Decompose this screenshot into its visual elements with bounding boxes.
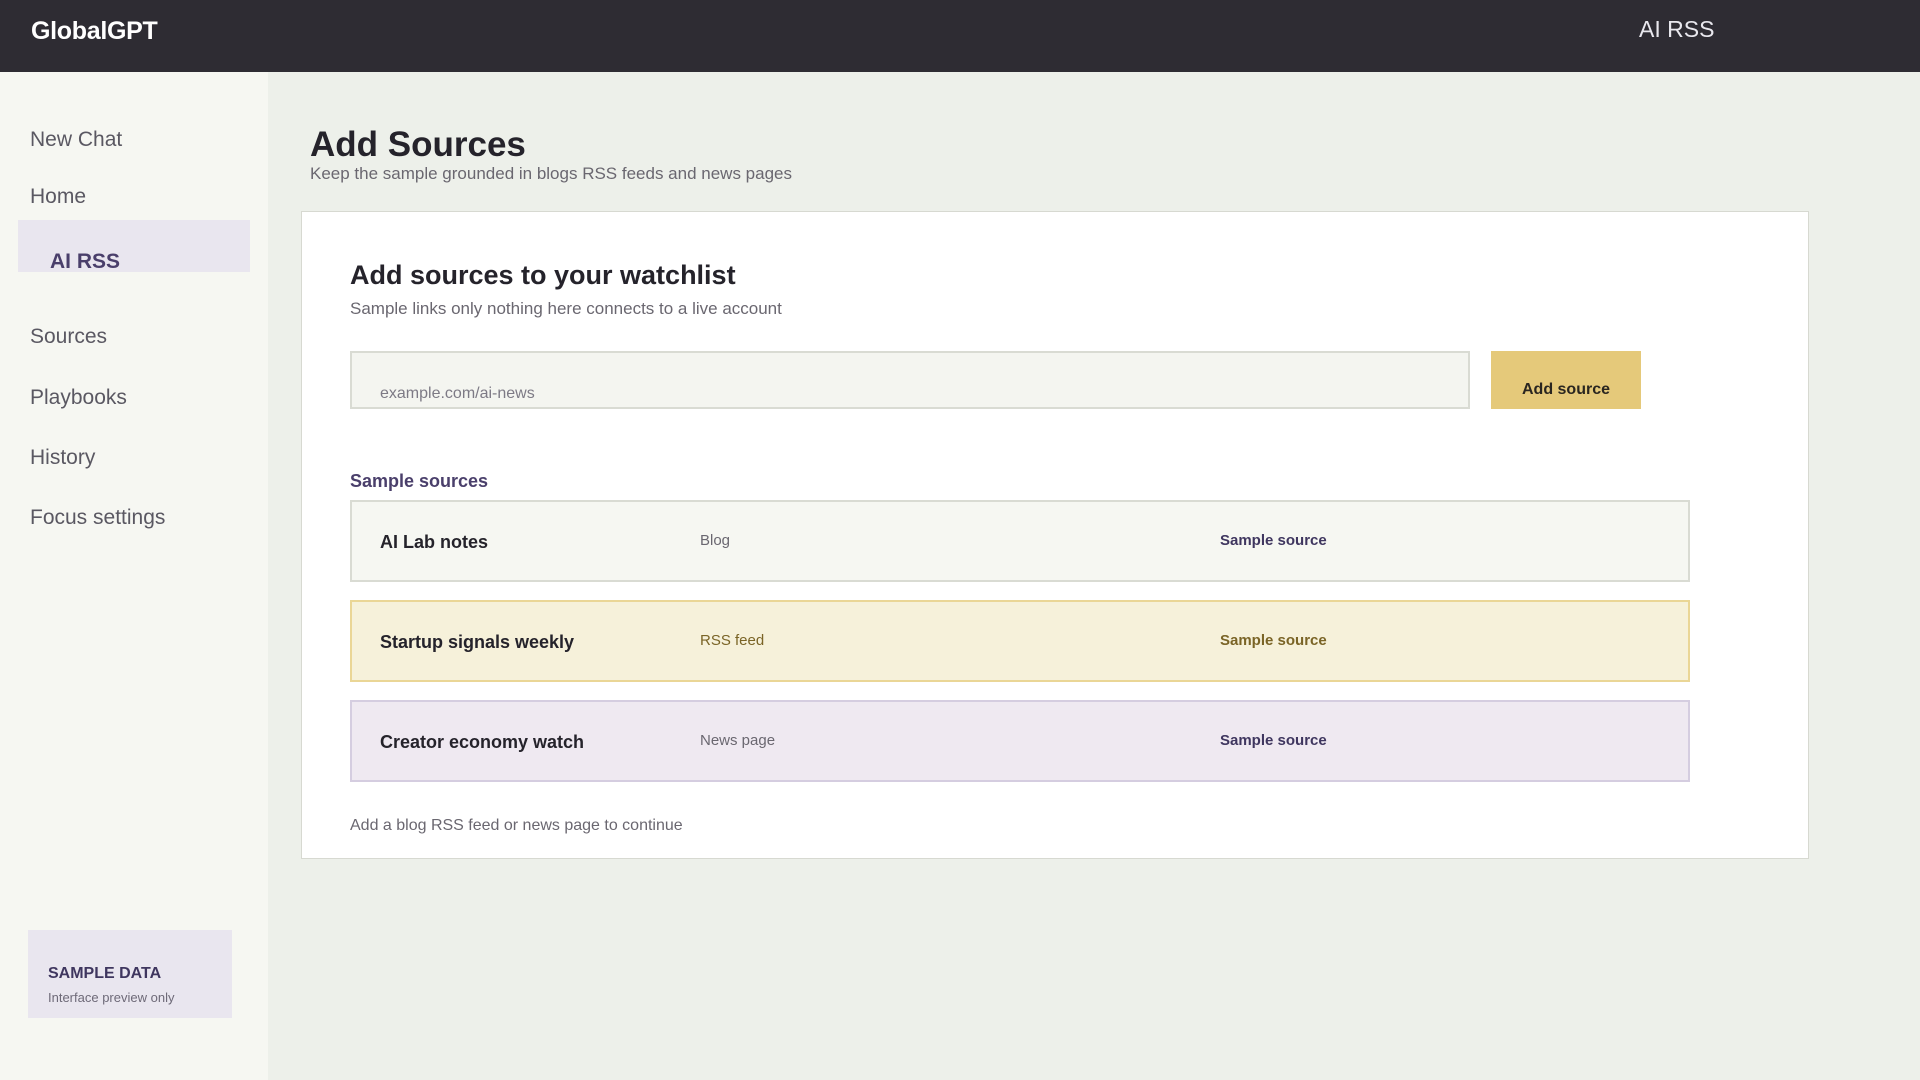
card-title: Add sources to your watchlist [350, 260, 736, 290]
sidebar-item-home[interactable]: Home [30, 185, 86, 209]
sidebar-item-ai-rss[interactable]: AI RSS [18, 220, 250, 273]
sample-data-title: SAMPLE DATA [48, 965, 162, 982]
add-source-button[interactable]: Add source [1491, 351, 1641, 409]
sample-data-badge: SAMPLE DATA Interface preview only [28, 930, 232, 1018]
page-subtitle: Keep the sample grounded in blogs RSS fe… [310, 164, 792, 183]
app-logo[interactable]: GlobalGPT [31, 17, 158, 46]
sidebar-item-playbooks[interactable]: Playbooks [30, 386, 127, 410]
source-tag: Sample source [1220, 732, 1327, 749]
source-name: AI Lab notes [380, 532, 489, 552]
source-tag: Sample source [1220, 632, 1327, 649]
current-section-title: AI RSS [1639, 16, 1715, 42]
source-row-creator-economy-watch[interactable]: Creator economy watch News page Sample s… [350, 700, 1690, 782]
sidebar-item-sources[interactable]: Sources [30, 325, 107, 349]
source-tag: Sample source [1220, 532, 1327, 549]
sample-data-subtitle: Interface preview only [48, 990, 175, 1005]
sample-sources-heading: Sample sources [350, 471, 489, 491]
source-type: News page [700, 732, 776, 749]
sidebar-item-focus-settings[interactable]: Focus settings [30, 506, 165, 530]
top-bar: GlobalGPT AI RSS [0, 0, 1920, 72]
continue-hint: Add a blog RSS feed or news page to cont… [350, 817, 683, 834]
sidebar: New Chat Home AI RSS Sources Playbooks H… [0, 72, 268, 1080]
card-subtitle: Sample links only nothing here connects … [350, 299, 782, 318]
source-type: Blog [700, 532, 731, 549]
sidebar-item-history[interactable]: History [30, 446, 95, 470]
source-name: Creator economy watch [380, 732, 585, 752]
add-sources-card: Add sources to your watchlist Sample lin… [301, 211, 1809, 859]
source-url-input[interactable] [350, 351, 1470, 409]
sidebar-item-new-chat[interactable]: New Chat [30, 128, 122, 152]
source-row-startup-signals-weekly[interactable]: Startup signals weekly RSS feed Sample s… [350, 600, 1690, 682]
page-title: Add Sources [310, 125, 526, 164]
source-type: RSS feed [700, 632, 765, 649]
source-name: Startup signals weekly [380, 632, 575, 652]
sidebar-item-label: AI RSS [50, 250, 121, 273]
source-row-ai-lab-notes[interactable]: AI Lab notes Blog Sample source [350, 500, 1690, 582]
